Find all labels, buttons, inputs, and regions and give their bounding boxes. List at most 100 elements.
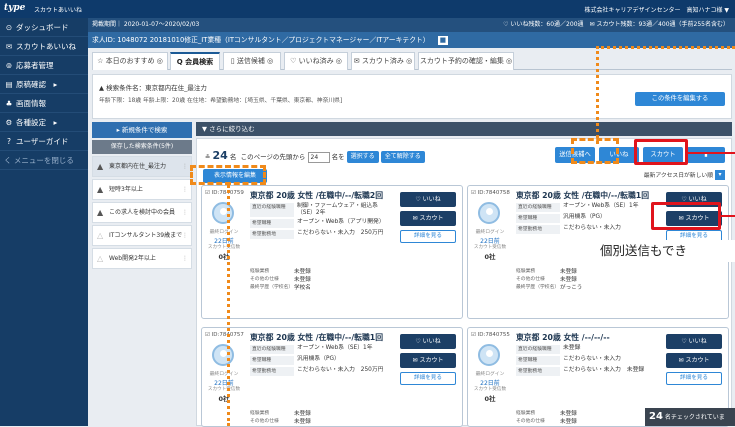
job-select-dropdown[interactable]: ■ [437, 36, 449, 45]
candidate-details: 直近の経験職種 未登録 希望職種 こだわらない・未入力 希望勤務地 こだわらない・未入… [516, 345, 656, 378]
last-login-label: 最終ログイン [209, 372, 239, 377]
app-logo[interactable]: type [4, 3, 25, 13]
field-value: 未登録 [294, 411, 311, 417]
sidebar-item-screen-info[interactable]: ♣ 画面情報 [0, 94, 88, 113]
narrow-down-toggle[interactable]: ▼ さらに絞り込む [196, 122, 732, 136]
card-actions: ♡ いいね ✉ スカウト 詳細を見る [666, 334, 722, 385]
candidate-checkbox[interactable]: ☑ ID:7840757 [205, 332, 244, 338]
more-icon[interactable]: ⋮ [182, 226, 188, 245]
saved-condition-label: Web開発2年以上 [109, 255, 156, 262]
field-key: 経験業務 [516, 411, 536, 416]
annotation-red-line [721, 215, 735, 217]
field-key: 希望職種 [516, 214, 560, 223]
per-page-select[interactable]: 24 [307, 151, 330, 163]
field-key: 経験業務 [250, 269, 270, 274]
saved-condition-item[interactable]: ▲ この求人を検討中の会員 ⋮ [92, 202, 192, 223]
candidate-card[interactable]: ☑ ID:7840759 最終ログイン 22日前 スカウト受信数 0社 東京都 … [201, 185, 463, 319]
sidebar-item-applicants[interactable]: ⊚ 応募者管理 [0, 56, 88, 75]
sidebar-item-manuscript[interactable]: ▤ 原稿確認 ▸ [0, 75, 88, 94]
like-button[interactable]: ♡ いいね [666, 334, 722, 349]
sidebar-item-scout[interactable]: ✉ スカウトあいいね [0, 37, 88, 56]
candidate-checkbox[interactable]: ☑ ID:7840759 [205, 190, 244, 196]
candidate-card[interactable]: ☑ ID:7840757 最終ログイン 22日前 スカウト受信数 0社 東京都 … [201, 327, 463, 427]
tab-scouted[interactable]: ✉ スカウト済み ◎ [351, 52, 415, 70]
chevron-down-icon[interactable]: ▾ [715, 170, 725, 180]
tab-scout-reservations[interactable]: スカウト予約の確認・編集 ◎ [418, 52, 514, 70]
tab-liked[interactable]: ♡ いいね済み ◎ [284, 52, 348, 70]
bell-outline-icon: △ [97, 254, 104, 263]
more-icon[interactable]: ⋮ [182, 180, 188, 199]
tab-send-candidates[interactable]: ▯ 送信候補 ◎ [223, 52, 281, 70]
avatar-icon [478, 344, 500, 366]
document-icon: ▤ [5, 80, 13, 89]
scout-button[interactable]: ✉ スカウト [400, 353, 456, 368]
select-button[interactable]: 選択する [346, 151, 379, 163]
field-key: 直近の経験職種 [250, 345, 294, 354]
saved-condition-label: ITコンサルタント39歳まで [109, 232, 183, 239]
sidebar-item-settings[interactable]: ⚙ 各種設定 ▸ [0, 113, 88, 132]
like-button[interactable]: ♡ いいね [400, 192, 456, 207]
view-details-button[interactable]: 詳細を見る [400, 372, 456, 385]
result-count-row: ≗ 24 名 このページの先頭から 24 名を 選択する 全て解除する [205, 149, 425, 163]
more-icon[interactable]: ⋮ [182, 249, 188, 268]
scout-count: 0社 [484, 395, 496, 403]
per-page-label: このページの先頭から [240, 153, 306, 161]
field-value: 未登録 [560, 277, 577, 283]
annotation-dotted-line [227, 185, 230, 426]
sort-select[interactable]: 最新アクセス日が新しい順 [644, 170, 713, 179]
field-value: こだわらない・未入力 250万円 [297, 230, 384, 236]
field-value: 学校名 [294, 285, 311, 291]
scout-count-label: スカウト受信数 [473, 245, 507, 250]
field-value: オープン・Web系（アプリ開発） [297, 219, 385, 225]
tab-recommend[interactable]: ☆ 本日のおすすめ ◎ [92, 52, 168, 70]
saved-condition-label: この求人を検討中の会員 [109, 209, 176, 216]
annotation-callout: 個別送信もでき [596, 240, 735, 262]
tab-member-search[interactable]: Q 会員検索 [170, 52, 220, 70]
view-details-button[interactable]: 詳細を見る [666, 372, 722, 385]
saved-condition-item[interactable]: △ Web開発2年以上 ⋮ [92, 248, 192, 269]
new-search-button[interactable]: ▸ 新規条件で検索 [92, 122, 192, 138]
scout-count: 0社 [218, 253, 230, 261]
close-menu-button[interactable]: く メニューを閉じる [0, 151, 88, 170]
candidate-details: 直近の経験職種 制御・ファームウェア・組込系（SE）2年 希望職種 オープン・Web… [250, 203, 390, 241]
saved-condition-item[interactable]: △ ITコンサルタント39歳まで ⋮ [92, 225, 192, 246]
field-key: 経験業務 [250, 411, 270, 416]
sidebar-item-dashboard[interactable]: ⊙ ダッシュボード [0, 18, 88, 37]
sidebar-item-label: ダッシュボード [16, 23, 69, 32]
result-count-unit: 名 [229, 153, 237, 161]
scout-button[interactable]: ✉ スカウト [400, 211, 456, 226]
avatar-icon [212, 344, 234, 366]
condition-name[interactable]: ▲ 検索条件名：東京都内在住_最注力 [99, 82, 207, 92]
like-button[interactable]: ♡ いいね [400, 334, 456, 349]
candidate-extra: 経験業務 未登録 その他の仕様 未登録 [516, 410, 656, 426]
field-value: 汎用機系（PG） [563, 214, 606, 220]
field-value: 制御・ファームウェア・組込系（SE）2年 [297, 203, 378, 216]
view-details-button[interactable]: 詳細を見る [400, 230, 456, 243]
scout-button[interactable]: ✉ スカウト [666, 353, 722, 368]
annotation-dashed-box [190, 165, 266, 185]
candidate-checkbox[interactable]: ☑ ID:7840758 [471, 190, 510, 196]
field-value: 汎用機系（PG） [297, 356, 340, 362]
more-icon[interactable]: ⋮ [182, 203, 188, 222]
candidate-checkbox[interactable]: ☑ ID:7840755 [471, 332, 510, 338]
field-value: 未登録 [563, 345, 581, 351]
company-user-menu[interactable]: 株式会社キャリアデザインセンター 高知ハナコ様 ▼ [584, 5, 729, 14]
sidebar-item-user-guide[interactable]: ? ユーザーガイド [0, 132, 88, 151]
edit-condition-button[interactable]: この条件を編集する [635, 92, 725, 106]
sidebar-item-label: 画面情報 [16, 99, 46, 108]
field-key: 希望勤務地 [516, 225, 560, 234]
annotation-red-line [688, 152, 735, 154]
saved-condition-item[interactable]: ▲ 東京都内在住_最注力 ⋮ [92, 156, 192, 177]
field-value: 未登録 [560, 411, 577, 417]
gear-icon: ⚙ [5, 118, 13, 127]
field-value: オープン・Web系（SE）1年 [563, 203, 639, 209]
deselect-all-button[interactable]: 全て解除する [380, 151, 425, 163]
field-value: 未登録 [560, 269, 577, 275]
saved-condition-item[interactable]: ▲ 短時3年以上 ⋮ [92, 179, 192, 200]
candidate-heading: 東京都 20歳 女性 /--/--/-- [516, 333, 610, 342]
annotation-dashed-box [571, 138, 619, 164]
field-key: 希望勤務地 [250, 230, 294, 239]
bulk-extra-button[interactable]: ▮ [687, 147, 725, 163]
more-icon[interactable]: ⋮ [182, 157, 188, 176]
field-key: 最終学歴（学校名） [250, 285, 294, 290]
